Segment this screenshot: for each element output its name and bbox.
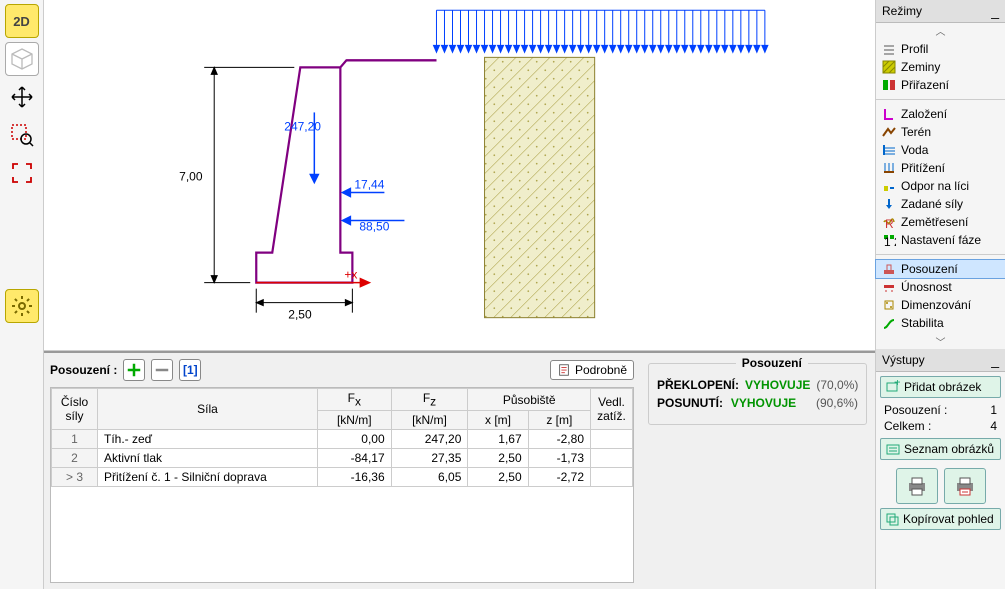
zeminy-icon	[882, 60, 896, 74]
mode-item-stabilita[interactable]: Stabilita	[876, 314, 1005, 332]
drawing-viewport[interactable]: 7,00 2,50 247,20 17,44	[44, 0, 875, 351]
odpor na líci-icon	[882, 179, 896, 193]
fit-view-icon	[10, 161, 34, 185]
out-pos-val: 1	[990, 403, 997, 417]
x-axis-label: +x	[344, 268, 357, 282]
out-pos-label: Posouzení :	[884, 403, 947, 417]
přiřazení-icon	[882, 78, 896, 92]
wall-outline	[256, 60, 436, 282]
mode-item-profil[interactable]: Profil	[876, 40, 1005, 58]
print-button[interactable]	[896, 468, 938, 504]
force-b-label: 88,50	[359, 220, 389, 234]
phase-1-button[interactable]: [1]	[179, 359, 201, 381]
terén-icon	[882, 125, 896, 139]
zadané síly-icon	[882, 197, 896, 211]
profil-icon	[882, 42, 896, 56]
dimenzování-icon	[882, 298, 896, 312]
print-color-button[interactable]	[944, 468, 986, 504]
view-2d-button[interactable]: 2D	[5, 4, 39, 38]
soil-column	[485, 57, 595, 317]
detail-label: Podrobně	[575, 363, 627, 377]
mode-item-nastavenfze[interactable]: 1 2Nastavení fáze	[876, 231, 1005, 249]
view-2d-label: 2D	[13, 14, 30, 29]
minus-icon	[152, 360, 172, 380]
mode-item-tern[interactable]: Terén	[876, 123, 1005, 141]
remove-button[interactable]	[151, 359, 173, 381]
dim-height	[204, 67, 294, 282]
zoom-region-icon	[10, 123, 34, 147]
table-row[interactable]: 1Tíh.- zeď0,00247,201,67-2,80	[52, 430, 633, 449]
fit-view-button[interactable]	[5, 156, 39, 190]
mode-item-odpornalci[interactable]: Odpor na líci	[876, 177, 1005, 195]
dim-height-label: 7,00	[179, 170, 203, 184]
stabilita-icon	[882, 316, 896, 330]
mode-item-piazen[interactable]: Přiřazení	[876, 76, 1005, 94]
add-picture-button[interactable]: + Přidat obrázek	[880, 376, 1001, 398]
nastavení fáze-icon: 1 2	[882, 233, 896, 247]
mode-item-voda[interactable]: Voda	[876, 141, 1005, 159]
out-total-val: 4	[990, 419, 997, 433]
únosnost-icon	[882, 280, 896, 294]
zoom-region-button[interactable]	[5, 118, 39, 152]
collapse-modes-icon[interactable]: _	[991, 3, 999, 19]
panel-title: Posouzení :	[50, 363, 117, 377]
svg-text:1 2: 1 2	[884, 235, 896, 247]
mode-item-zeminy[interactable]: Zeminy	[876, 58, 1005, 76]
mode-item-zaloen[interactable]: Založení	[876, 105, 1005, 123]
picture-list-icon	[886, 442, 900, 456]
přitížení-icon	[882, 161, 896, 175]
mode-item-dimenzovn[interactable]: Dimenzování	[876, 296, 1005, 314]
printer-color-icon	[953, 475, 977, 497]
copy-view-button[interactable]: Kopírovat pohled	[880, 508, 1001, 530]
results-title: Posouzení	[736, 356, 808, 370]
table-row[interactable]: > 3Přitížení č. 1 - Silniční doprava-16,…	[52, 468, 633, 487]
dim-base-label: 2,50	[288, 308, 312, 322]
mode-item-nosnost[interactable]: Únosnost	[876, 278, 1005, 296]
posouzení-icon	[882, 262, 896, 276]
forces-table: Číslosíly Síla Fx Fz Působiště Vedl.zatí…	[51, 388, 633, 487]
move-button[interactable]	[5, 80, 39, 114]
mode-item-zadansly[interactable]: Zadané síly	[876, 195, 1005, 213]
mode-item-piten[interactable]: Přitížení	[876, 159, 1005, 177]
force-a-label: 17,44	[354, 178, 384, 192]
detail-button[interactable]: Podrobně	[550, 360, 634, 380]
force-main-label: 247,20	[284, 119, 321, 133]
copy-icon	[885, 512, 899, 526]
result-pct: (90,6%)	[804, 396, 858, 410]
table-row[interactable]: 2Aktivní tlak-84,1727,352,50-1,73	[52, 449, 633, 468]
svg-text:R: R	[885, 217, 894, 229]
add-button[interactable]	[123, 359, 145, 381]
add-picture-icon: +	[886, 380, 900, 394]
chevron-down-icon[interactable]: ﹀	[876, 334, 1005, 349]
out-total-label: Celkem :	[884, 419, 931, 433]
cube-3d-icon	[10, 47, 34, 71]
result-label: PŘEKLOPENÍ:	[657, 378, 739, 392]
move-arrows-icon	[10, 85, 34, 109]
result-status: VYHOVUJE	[731, 396, 796, 410]
mode-item-zemtesen[interactable]: RZemětřesení	[876, 213, 1005, 231]
modes-header: Režimy	[882, 4, 922, 18]
result-label: POSUNUTÍ:	[657, 396, 723, 410]
zemětřesení-icon: R	[882, 215, 896, 229]
view-3d-button[interactable]	[5, 42, 39, 76]
picture-list-button[interactable]: Seznam obrázků	[880, 438, 1001, 460]
result-status: VYHOVUJE	[745, 378, 810, 392]
outputs-header: Výstupy	[882, 353, 925, 367]
gear-icon	[10, 294, 34, 318]
collapse-outputs-icon[interactable]: _	[991, 352, 999, 368]
detail-icon	[557, 363, 571, 377]
printer-icon	[905, 475, 929, 497]
settings-button[interactable]	[5, 289, 39, 323]
založení-icon	[882, 107, 896, 121]
voda-icon	[882, 143, 896, 157]
svg-text:+: +	[894, 380, 900, 389]
chevron-up-icon[interactable]: ︿	[876, 23, 1005, 38]
mode-item-posouzen[interactable]: Posouzení	[876, 260, 1005, 278]
plus-icon	[124, 360, 144, 380]
result-pct: (70,0%)	[816, 378, 858, 392]
